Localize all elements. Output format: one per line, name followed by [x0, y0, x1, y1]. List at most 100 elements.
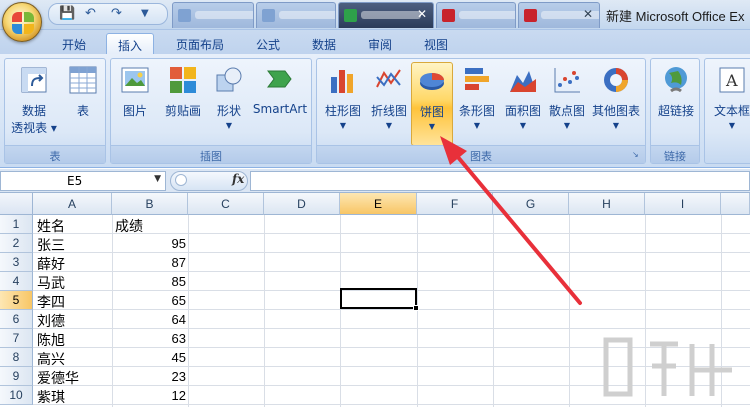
cell-b4[interactable]: 85 — [112, 272, 188, 291]
group-label-tables: 表 — [5, 145, 105, 163]
row-header-2[interactable]: 2 — [0, 234, 33, 253]
pivot-table-button[interactable]: 数据 透视表 ▾ — [9, 65, 59, 136]
smartart-button[interactable]: SmartArt — [251, 65, 309, 116]
column-header-h[interactable]: H — [569, 193, 645, 215]
area-chart-label: 面积图 — [504, 104, 541, 118]
row-header-10[interactable]: 10 — [0, 386, 33, 405]
hyperlink-button[interactable]: 超链接 — [653, 65, 699, 119]
picture-button[interactable]: 图片 — [115, 65, 155, 119]
taskbar-tab-1[interactable] — [172, 2, 254, 28]
other-charts-dropdown-icon: ▼ — [612, 121, 620, 130]
cell-b9[interactable]: 23 — [112, 367, 188, 386]
redo-icon[interactable]: ↷ — [111, 6, 122, 21]
active-cell-e5[interactable] — [340, 288, 419, 311]
cell-b5[interactable]: 65 — [112, 291, 188, 310]
tab-page-layout[interactable]: 页面布局 — [166, 33, 234, 54]
column-dropdown-icon: ▼ — [339, 121, 347, 130]
cell-a2[interactable]: 张三 — [37, 234, 65, 254]
cell-a10[interactable]: 紫琪 — [37, 386, 65, 406]
cell-a5[interactable]: 李四 — [37, 291, 65, 311]
scatter-chart-icon — [554, 68, 580, 93]
row-header-4[interactable]: 4 — [0, 272, 33, 291]
customize-icon[interactable]: ▼ — [141, 8, 149, 19]
formula-input[interactable] — [250, 171, 750, 191]
tab-view[interactable]: 视图 — [416, 33, 456, 54]
cell-a7[interactable]: 陈旭 — [37, 329, 65, 349]
fill-handle[interactable] — [413, 305, 419, 311]
column-chart-icon — [331, 70, 353, 93]
cell-b7[interactable]: 63 — [112, 329, 188, 348]
row-header-6[interactable]: 6 — [0, 310, 33, 329]
tab-review[interactable]: 审阅 — [360, 33, 400, 54]
column-header-b[interactable]: B — [112, 193, 188, 215]
cell-a9[interactable]: 爱德华 — [37, 367, 79, 387]
cell-a1[interactable]: 姓名 — [37, 215, 65, 235]
office-logo-icon — [12, 12, 34, 34]
tab-formulas[interactable]: 公式 — [248, 33, 288, 54]
shapes-button[interactable]: 形状 ▼ — [211, 65, 247, 130]
row-header-1[interactable]: 1 — [0, 215, 33, 234]
table-button[interactable]: 表 — [63, 65, 103, 119]
taskbar-tab-3[interactable]: ✕ — [338, 2, 434, 28]
column-header-i[interactable]: I — [645, 193, 721, 215]
window-title: 新建 Microsoft Office Ex — [606, 9, 745, 24]
shapes-icon — [216, 67, 242, 92]
tab-insert[interactable]: 插入 — [106, 33, 154, 54]
other-charts-button[interactable]: 其他图表 ▼ — [589, 65, 643, 130]
cell-b8[interactable]: 45 — [112, 348, 188, 367]
column-header-d[interactable]: D — [264, 193, 340, 215]
cell-a8[interactable]: 高兴 — [37, 348, 65, 368]
cell-b1[interactable]: 成绩 — [115, 215, 143, 235]
textbox-button[interactable]: A 文本框 ▼ — [707, 65, 750, 130]
cell-a6[interactable]: 刘德 — [37, 310, 65, 330]
save-icon[interactable]: 💾 — [59, 6, 75, 21]
textbox-icon: A — [719, 67, 745, 93]
line-chart-button[interactable]: 折线图 ▼ — [367, 65, 411, 130]
row-header-3[interactable]: 3 — [0, 253, 33, 272]
undo-icon[interactable]: ↶ — [85, 6, 96, 21]
column-header-a[interactable]: A — [33, 193, 112, 215]
line-chart-icon — [376, 69, 401, 88]
clipart-button[interactable]: 剪贴画 — [161, 65, 205, 119]
pie-chart-icon — [420, 73, 444, 90]
tab-home[interactable]: 开始 — [56, 33, 92, 54]
cell-a4[interactable]: 马武 — [37, 272, 65, 292]
taskbar-tab-2[interactable] — [256, 2, 336, 28]
column-header-e[interactable]: E — [340, 193, 417, 215]
picture-icon — [121, 67, 149, 93]
row-header-7[interactable]: 7 — [0, 329, 33, 348]
cell-b10[interactable]: 12 — [112, 386, 188, 405]
name-box[interactable]: E5 ▼ — [0, 171, 166, 191]
clipart-icon — [170, 67, 196, 93]
line-dropdown-icon: ▼ — [385, 121, 393, 130]
row-header-5[interactable]: 5 — [0, 291, 33, 310]
insert-function-icon[interactable]: fx — [232, 172, 244, 186]
office-button[interactable] — [2, 2, 42, 42]
column-header-g[interactable]: G — [493, 193, 569, 215]
select-all-corner[interactable] — [0, 193, 33, 215]
column-header-j[interactable] — [721, 193, 750, 215]
group-label-links: 链接 — [651, 145, 699, 163]
taskbar-tab-5[interactable]: ✕ — [518, 2, 600, 28]
textbox-label: 文本框 — [713, 104, 750, 118]
scatter-chart-button[interactable]: 散点图 ▼ — [545, 65, 589, 130]
cell-b3[interactable]: 87 — [112, 253, 188, 272]
pie-chart-button[interactable]: 饼图 ▼ — [411, 62, 453, 146]
column-header-c[interactable]: C — [188, 193, 264, 215]
formula-handle-icon[interactable] — [175, 174, 187, 186]
table-icon — [69, 66, 97, 94]
column-header-f[interactable]: F — [417, 193, 493, 215]
cell-b6[interactable]: 64 — [112, 310, 188, 329]
bar-chart-button[interactable]: 条形图 ▼ — [455, 65, 499, 130]
tab-data[interactable]: 数据 — [304, 33, 344, 54]
column-chart-button[interactable]: 柱形图 ▼ — [321, 65, 365, 130]
name-box-dropdown-icon[interactable]: ▼ — [154, 174, 161, 184]
line-chart-label: 折线图 — [370, 104, 407, 118]
area-chart-button[interactable]: 面积图 ▼ — [501, 65, 545, 130]
taskbar-tab-4[interactable] — [436, 2, 516, 28]
row-header-8[interactable]: 8 — [0, 348, 33, 367]
cell-a3[interactable]: 薛好 — [37, 253, 65, 273]
row-header-9[interactable]: 9 — [0, 367, 33, 386]
dialog-launcher-icon[interactable]: ↘ — [632, 150, 642, 160]
cell-b2[interactable]: 95 — [112, 234, 188, 253]
